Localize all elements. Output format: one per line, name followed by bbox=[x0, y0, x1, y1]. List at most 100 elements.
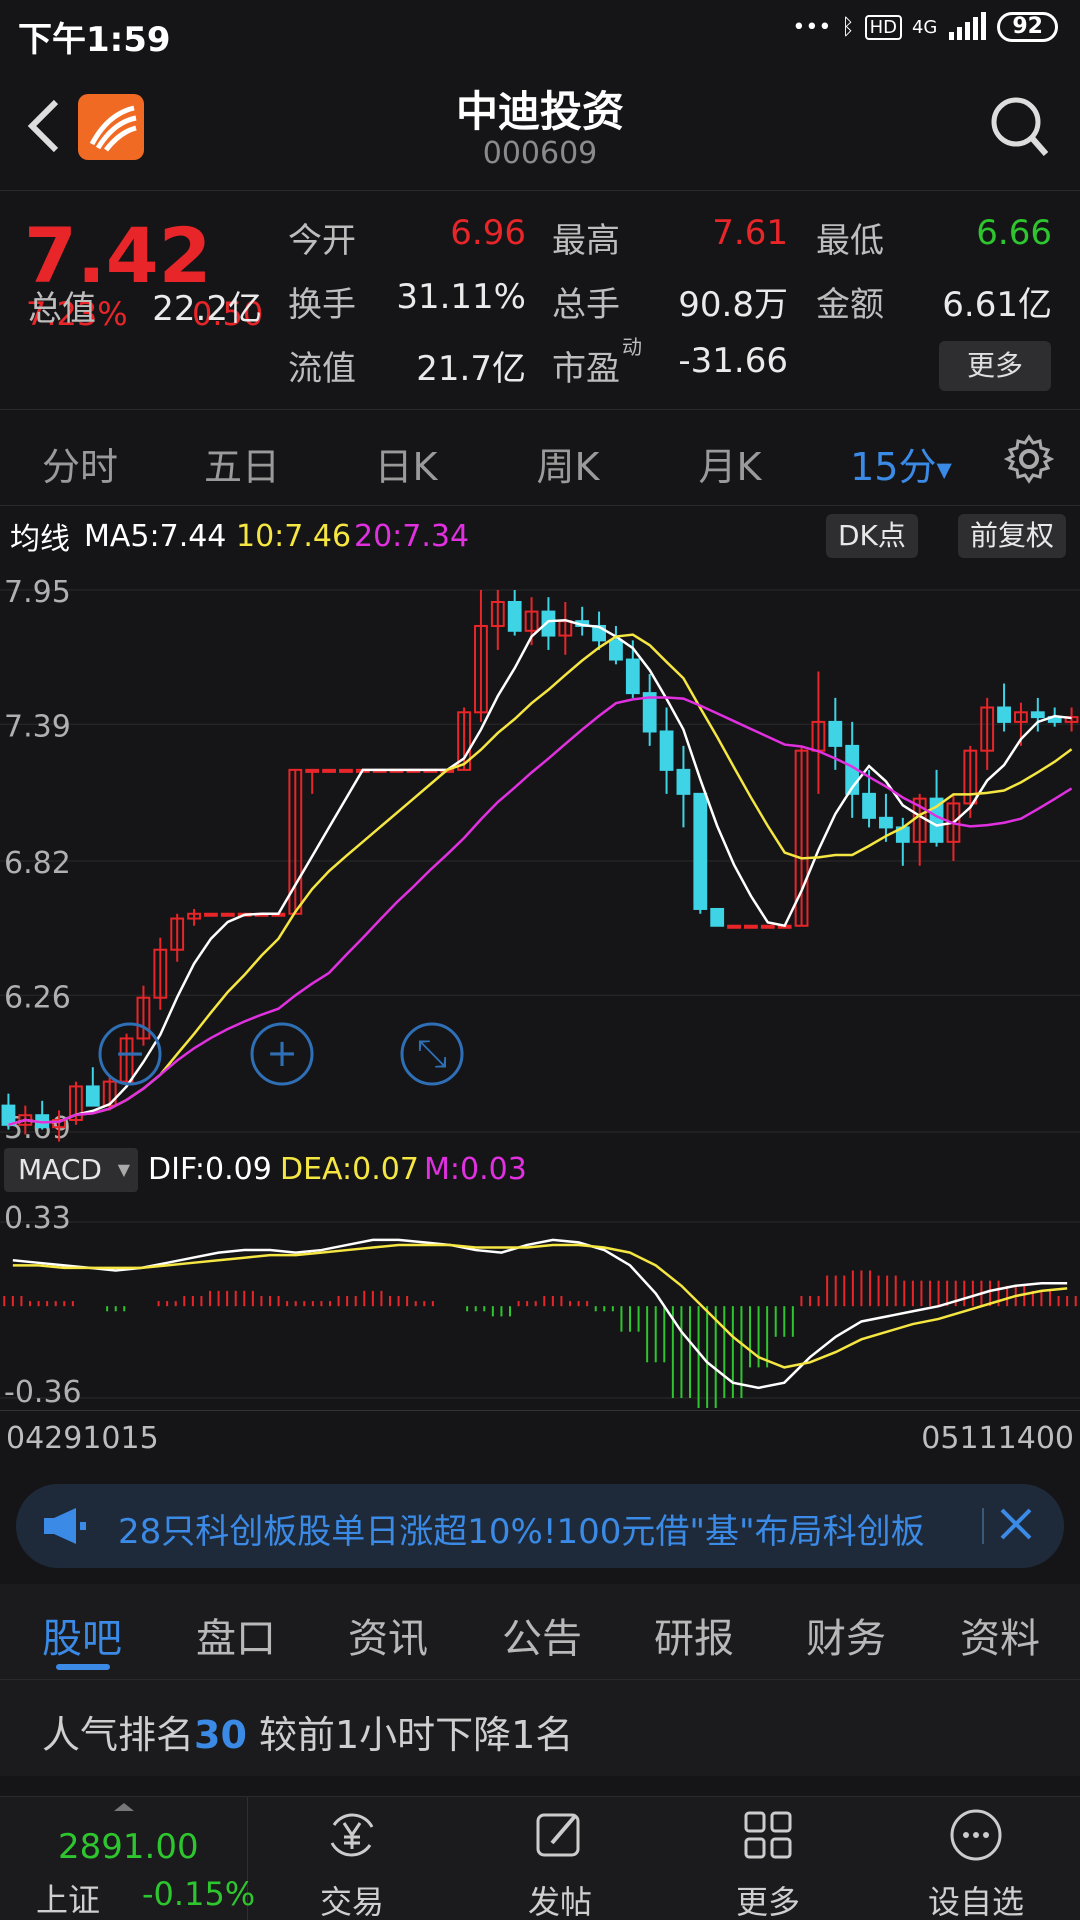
nav-add-watchlist[interactable]: 设自选 bbox=[876, 1797, 1076, 1920]
tab-orderbook[interactable]: 盘口 bbox=[196, 1606, 276, 1664]
dropdown-caret-icon: ▼ bbox=[117, 1160, 130, 1179]
amount-label: 金额 bbox=[816, 285, 884, 325]
candle-body bbox=[862, 792, 876, 819]
low-label: 最低 bbox=[816, 221, 884, 261]
tab-news[interactable]: 资讯 bbox=[348, 1606, 428, 1664]
tab-forum[interactable]: 股吧 bbox=[42, 1606, 122, 1664]
turnover-value: 31.11% bbox=[396, 277, 526, 317]
period-tabs: 分时 五日 日K 周K 月K 15分▼ bbox=[0, 412, 1080, 506]
ma-label: 均线 bbox=[10, 522, 70, 557]
indicator-select-label: MACD bbox=[18, 1153, 102, 1186]
zoom-in-icon[interactable]: + bbox=[250, 1022, 314, 1086]
candle-body bbox=[997, 706, 1011, 723]
float-mv-label: 流值 bbox=[288, 349, 356, 389]
candle-body bbox=[676, 768, 691, 795]
indicator-select[interactable]: MACD ▼ bbox=[4, 1148, 138, 1192]
dif-line bbox=[12, 1238, 1068, 1390]
fore-adjust-button[interactable]: 前复权 bbox=[958, 514, 1067, 558]
nav-trade-label: 交易 bbox=[319, 1883, 384, 1920]
candle-body bbox=[609, 639, 623, 661]
open-label: 今开 bbox=[288, 221, 356, 261]
tab-finance[interactable]: 财务 bbox=[806, 1606, 886, 1664]
banner-divider bbox=[982, 1508, 984, 1544]
rank-suffix: 较前1小时下降1名 bbox=[246, 1713, 574, 1757]
info-tabs: 股吧 盘口 资讯 公告 研报 财务 资料 bbox=[0, 1584, 1080, 1680]
dropdown-caret-icon: ▼ bbox=[936, 457, 952, 482]
dea-value: DEA:0.07 bbox=[280, 1152, 419, 1187]
y-tick-label: 7.39 bbox=[4, 709, 71, 744]
ma5-value: MA5:7.44 bbox=[84, 518, 227, 554]
battery-icon: 92 bbox=[997, 12, 1058, 42]
tab-weekly-k[interactable]: 周K bbox=[518, 436, 618, 491]
nav-more[interactable]: 更多 bbox=[668, 1797, 868, 1920]
search-icon[interactable] bbox=[990, 96, 1050, 160]
popularity-rank[interactable]: 人气排名30 较前1小时下降1名 bbox=[0, 1680, 1080, 1776]
megaphone-icon bbox=[44, 1508, 86, 1544]
more-quote-button[interactable]: 更多 bbox=[939, 341, 1051, 391]
macd-chart[interactable]: 0.33 -0.36 bbox=[0, 1198, 1080, 1408]
news-banner[interactable]: 28只科创板股单日涨超10%!100元借"基"布局科创板 bbox=[16, 1484, 1064, 1568]
y-tick-label: 7.95 bbox=[4, 575, 71, 610]
high-value: 7.61 bbox=[712, 213, 788, 253]
rank-text: 人气排名30 较前1小时下降1名 bbox=[42, 1704, 573, 1759]
zoom-out-icon[interactable]: − bbox=[98, 1022, 162, 1086]
time-start: 04291015 bbox=[6, 1421, 159, 1456]
close-icon[interactable] bbox=[994, 1502, 1038, 1546]
tab-15min[interactable]: 15分▼ bbox=[846, 436, 956, 491]
status-bar: 下午1:59 ••• ᛒ HD 4G 92 bbox=[0, 0, 1080, 66]
candle-body bbox=[710, 907, 725, 927]
tab-profile[interactable]: 资料 bbox=[960, 1606, 1040, 1664]
candle-body bbox=[1, 1104, 16, 1126]
settings-gear-icon[interactable] bbox=[1004, 434, 1054, 484]
candle-body bbox=[659, 730, 674, 771]
dif-value: DIF:0.09 bbox=[148, 1152, 272, 1187]
network-label: 4G bbox=[911, 16, 938, 38]
nav-post[interactable]: 发帖 bbox=[460, 1797, 660, 1920]
candle-body bbox=[879, 816, 893, 829]
stock-name: 中迪投资 bbox=[455, 87, 624, 136]
y-tick-label: 6.26 bbox=[4, 980, 71, 1015]
candle-body bbox=[727, 924, 741, 929]
candle-body bbox=[1030, 711, 1045, 719]
candlestick-chart[interactable]: 7.957.396.826.265.69−+⤡ bbox=[0, 566, 1080, 1142]
candle-body bbox=[760, 924, 775, 929]
zoom-in-icon-glyph: + bbox=[266, 1031, 298, 1075]
nav-post-label: 发帖 bbox=[527, 1883, 592, 1920]
time-axis: 04291015 05111400 bbox=[0, 1410, 1080, 1466]
tab-five-day[interactable]: 五日 bbox=[192, 436, 292, 491]
y-tick-label: 0.33 bbox=[4, 1201, 71, 1236]
dk-point-button[interactable]: DK点 bbox=[826, 514, 918, 558]
total-mv-value: 22.2亿 bbox=[152, 289, 262, 329]
tab-announcements[interactable]: 公告 bbox=[502, 1606, 582, 1664]
ma20-value: 20:7.34 bbox=[354, 518, 470, 554]
banner-text: 28只科创板股单日涨超10%!100元借"基"布局科创板 bbox=[118, 1512, 925, 1552]
status-icons: ••• ᛒ HD 4G 92 bbox=[792, 12, 1058, 42]
quote-panel: 7.42 7.23% 0.50 总值 22.2亿 今开 6.96 最高 7.61… bbox=[0, 190, 1080, 410]
total-mv-label: 总值 bbox=[28, 289, 96, 329]
ma-legend: 均线 MA5:7.44 10:7.46 20:7.34 DK点 前复权 bbox=[0, 506, 1080, 566]
tab-monthly-k[interactable]: 月K bbox=[680, 436, 780, 491]
nav-trade[interactable]: 交易 bbox=[252, 1797, 452, 1920]
ma20-line bbox=[8, 696, 1073, 1127]
grid-icon bbox=[744, 1811, 792, 1859]
float-mv-value: 21.7亿 bbox=[416, 349, 526, 389]
tab-research[interactable]: 研报 bbox=[654, 1606, 734, 1664]
candle-body bbox=[693, 792, 708, 910]
tab-daily-k[interactable]: 日K bbox=[356, 436, 456, 491]
zoom-out-icon-glyph: − bbox=[114, 1031, 146, 1075]
more-dots-icon: ••• bbox=[792, 14, 832, 40]
edit-post-icon bbox=[536, 1813, 580, 1857]
dots-circle-icon bbox=[950, 1809, 1002, 1861]
candle-body bbox=[339, 768, 353, 773]
tab-intraday[interactable]: 分时 bbox=[30, 436, 130, 491]
fullscreen-icon-glyph: ⤡ bbox=[417, 1031, 447, 1075]
fullscreen-icon[interactable]: ⤡ bbox=[400, 1022, 464, 1086]
nav-add-watchlist-label: 设自选 bbox=[927, 1883, 1024, 1920]
ma10-line bbox=[8, 633, 1073, 1127]
stock-header: 中迪投资 000609 bbox=[0, 66, 1080, 190]
pe-label: 市盈 bbox=[552, 349, 620, 389]
index-ticker[interactable]: 2891.00 上证 -0.15% bbox=[0, 1797, 255, 1920]
trade-yen-icon bbox=[330, 1813, 374, 1857]
open-value: 6.96 bbox=[450, 213, 526, 253]
index-name: 上证 bbox=[36, 1881, 101, 1919]
